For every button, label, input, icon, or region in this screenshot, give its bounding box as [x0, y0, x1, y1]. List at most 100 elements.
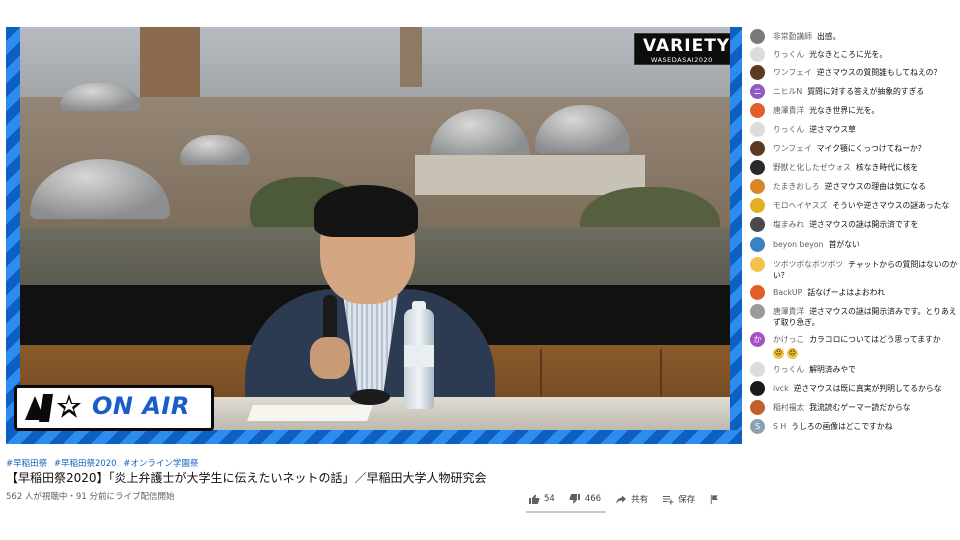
chat-message: ワンフェイ 逆さマウスの質問誰もしてねえの？	[750, 65, 958, 80]
paper	[247, 405, 373, 421]
chat-author[interactable]: ツボツボなボツボツ	[773, 260, 843, 269]
chat-message-body: ニヒルN 質問に対する答えが抽象的すぎる	[773, 84, 924, 97]
chat-avatar[interactable]	[750, 141, 765, 156]
chat-avatar[interactable]	[750, 198, 765, 213]
building	[140, 27, 200, 97]
chat-avatar[interactable]	[750, 47, 765, 62]
chat-author[interactable]: りっくん	[773, 125, 804, 134]
page-root: VARIETY WASEDASAI2020 ON AIR #早稲田祭 #早稲田祭…	[0, 0, 960, 540]
share-icon	[616, 495, 627, 504]
chat-author[interactable]: りっくん	[773, 365, 804, 374]
chat-text: 解明済みやで	[809, 365, 856, 374]
hashtag-link[interactable]: #早稲田祭	[6, 459, 47, 469]
hashtag-link[interactable]: #早稲田祭2020	[54, 459, 117, 469]
chat-text: 逆さマウス草	[809, 125, 856, 134]
like-ratio-bar	[526, 511, 606, 513]
chat-author[interactable]: 非常勤講師	[773, 32, 812, 41]
hashtag-list: #早稲田祭 #早稲田祭2020 #オンライン学園祭	[6, 457, 202, 469]
chat-avatar[interactable]	[750, 400, 765, 415]
chat-message: beyon beyon 首がない	[750, 237, 958, 252]
chat-text: カラコロについてはどう思ってますか	[809, 335, 941, 344]
variety-title: VARIETY	[643, 36, 730, 56]
chat-message: ツボツボなボツボツ チャットからの質問はないのかい？	[750, 257, 958, 281]
chat-text: 光なき世界に光を。	[809, 106, 880, 115]
chat-message-body: ワンフェイ マイク顎にくっつけてねーか？	[773, 141, 926, 154]
chat-author[interactable]: かけっこ	[773, 335, 804, 344]
frame-stripes-left	[6, 27, 20, 444]
chat-avatar[interactable]	[750, 381, 765, 396]
chat-message: 唐澤貴洋 逆さマウスの謎は開示済みです。とりあえず取り急ぎ。	[750, 304, 958, 328]
chat-avatar[interactable]	[750, 29, 765, 44]
chat-author[interactable]: 唐澤貴洋	[773, 106, 804, 115]
dislike-button[interactable]: 466	[569, 493, 601, 505]
chat-author[interactable]: ニヒルN	[773, 87, 802, 96]
chat-avatar[interactable]	[750, 122, 765, 137]
flag-icon	[710, 494, 718, 504]
chat-avatar[interactable]: ニ	[750, 84, 765, 99]
chat-message: りっくん 解明済みやで	[750, 362, 958, 377]
chat-author[interactable]: S H	[773, 422, 786, 431]
star-logo-icon	[25, 394, 81, 422]
frame-stripes-right	[730, 27, 742, 444]
chat-text: 逆さマウスの謎は開示済ですを	[809, 220, 919, 229]
like-button[interactable]: 54	[528, 493, 555, 505]
chat-avatar[interactable]	[750, 65, 765, 80]
chat-author[interactable]: りっくん	[773, 50, 804, 59]
chat-message-body: 唐澤貴洋 逆さマウスの謎は開示済みです。とりあえず取り急ぎ。	[773, 304, 958, 328]
chat-avatar[interactable]	[750, 362, 765, 377]
chat-avatar[interactable]	[750, 160, 765, 175]
chat-message: 野獣と化したゼウォス 核なき時代に核を	[750, 160, 958, 175]
chat-avatar[interactable]	[750, 103, 765, 118]
chat-avatar[interactable]: か	[750, 332, 765, 347]
chat-avatar[interactable]: S	[750, 419, 765, 434]
video-frame: VARIETY WASEDASAI2020	[20, 27, 730, 430]
chat-emoji-row: ☹ ☹	[773, 347, 941, 359]
chat-avatar[interactable]	[750, 285, 765, 300]
chat-author[interactable]: ivck	[773, 384, 789, 393]
chat-avatar[interactable]	[750, 257, 765, 272]
chat-author[interactable]: ワンフェイ	[773, 144, 812, 153]
chat-text: そういや逆さマウスの謎あったな	[832, 201, 950, 210]
chat-message-body: 非常勤講師 出感。	[773, 29, 840, 42]
chat-message-body: S H うしろの画像はどこですかね	[773, 419, 892, 432]
chat-message-body: モロヘイヤスズ そういや逆さマウスの謎あったな	[773, 198, 949, 211]
on-air-badge: ON AIR	[14, 385, 214, 431]
chat-author[interactable]: BackUP	[773, 288, 802, 297]
chat-avatar[interactable]	[750, 217, 765, 232]
save-button[interactable]: 保存	[662, 493, 695, 505]
dislike-count: 466	[584, 494, 602, 504]
report-button[interactable]	[709, 494, 724, 505]
chat-author[interactable]: beyon beyon	[773, 240, 824, 249]
chat-author[interactable]: 稲村福太	[773, 403, 804, 412]
playlist-add-icon	[663, 496, 674, 505]
chat-message: ニニヒルN 質問に対する答えが抽象的すぎる	[750, 84, 958, 99]
chat-author[interactable]: モロヘイヤスズ	[773, 201, 827, 210]
chat-message: 稲村福太 我流読むゲーマー読だからな	[750, 400, 958, 415]
chat-message-body: 塩まみれ 逆さマウスの謎は開示済ですを	[773, 217, 918, 230]
hashtag-link[interactable]: #オンライン学園祭	[123, 459, 198, 469]
sad-face-emoji-icon: ☹	[787, 347, 798, 359]
computer-mouse	[350, 389, 390, 405]
chat-author[interactable]: 野獣と化したゼウォス	[773, 163, 851, 172]
chat-avatar[interactable]	[750, 179, 765, 194]
chat-message: りっくん 逆さマウス草	[750, 122, 958, 137]
chat-author[interactable]: たまきおしろ	[773, 182, 820, 191]
chat-message-body: りっくん 逆さマウス草	[773, 122, 856, 135]
chat-message: ワンフェイ マイク顎にくっつけてねーか？	[750, 141, 958, 156]
chat-message-body: ivck 逆さマウスは既に真実が判明してるからな	[773, 381, 942, 394]
chat-author[interactable]: 塩まみれ	[773, 220, 804, 229]
chat-avatar[interactable]	[750, 237, 765, 252]
chat-author[interactable]: 唐澤貴洋	[773, 307, 804, 316]
chat-message: かかけっこ カラコロについてはどう思ってますか ☹ ☹	[750, 332, 958, 359]
chat-avatar[interactable]	[750, 304, 765, 319]
chat-author[interactable]: ワンフェイ	[773, 68, 812, 77]
on-air-label: ON AIR	[92, 392, 190, 420]
speaker-hand	[310, 337, 350, 379]
chat-text: 逆さマウスは既に真実が判明してるからな	[793, 384, 942, 393]
video-player[interactable]: VARIETY WASEDASAI2020 ON AIR	[6, 27, 742, 444]
frame-stripes-bottom	[6, 430, 742, 444]
chat-text: 光なきところに光を。	[809, 50, 888, 59]
share-button[interactable]: 共有	[615, 493, 648, 505]
chat-message-body: 唐澤貴洋 光なき世界に光を。	[773, 103, 879, 116]
chat-message-body: beyon beyon 首がない	[773, 237, 860, 250]
